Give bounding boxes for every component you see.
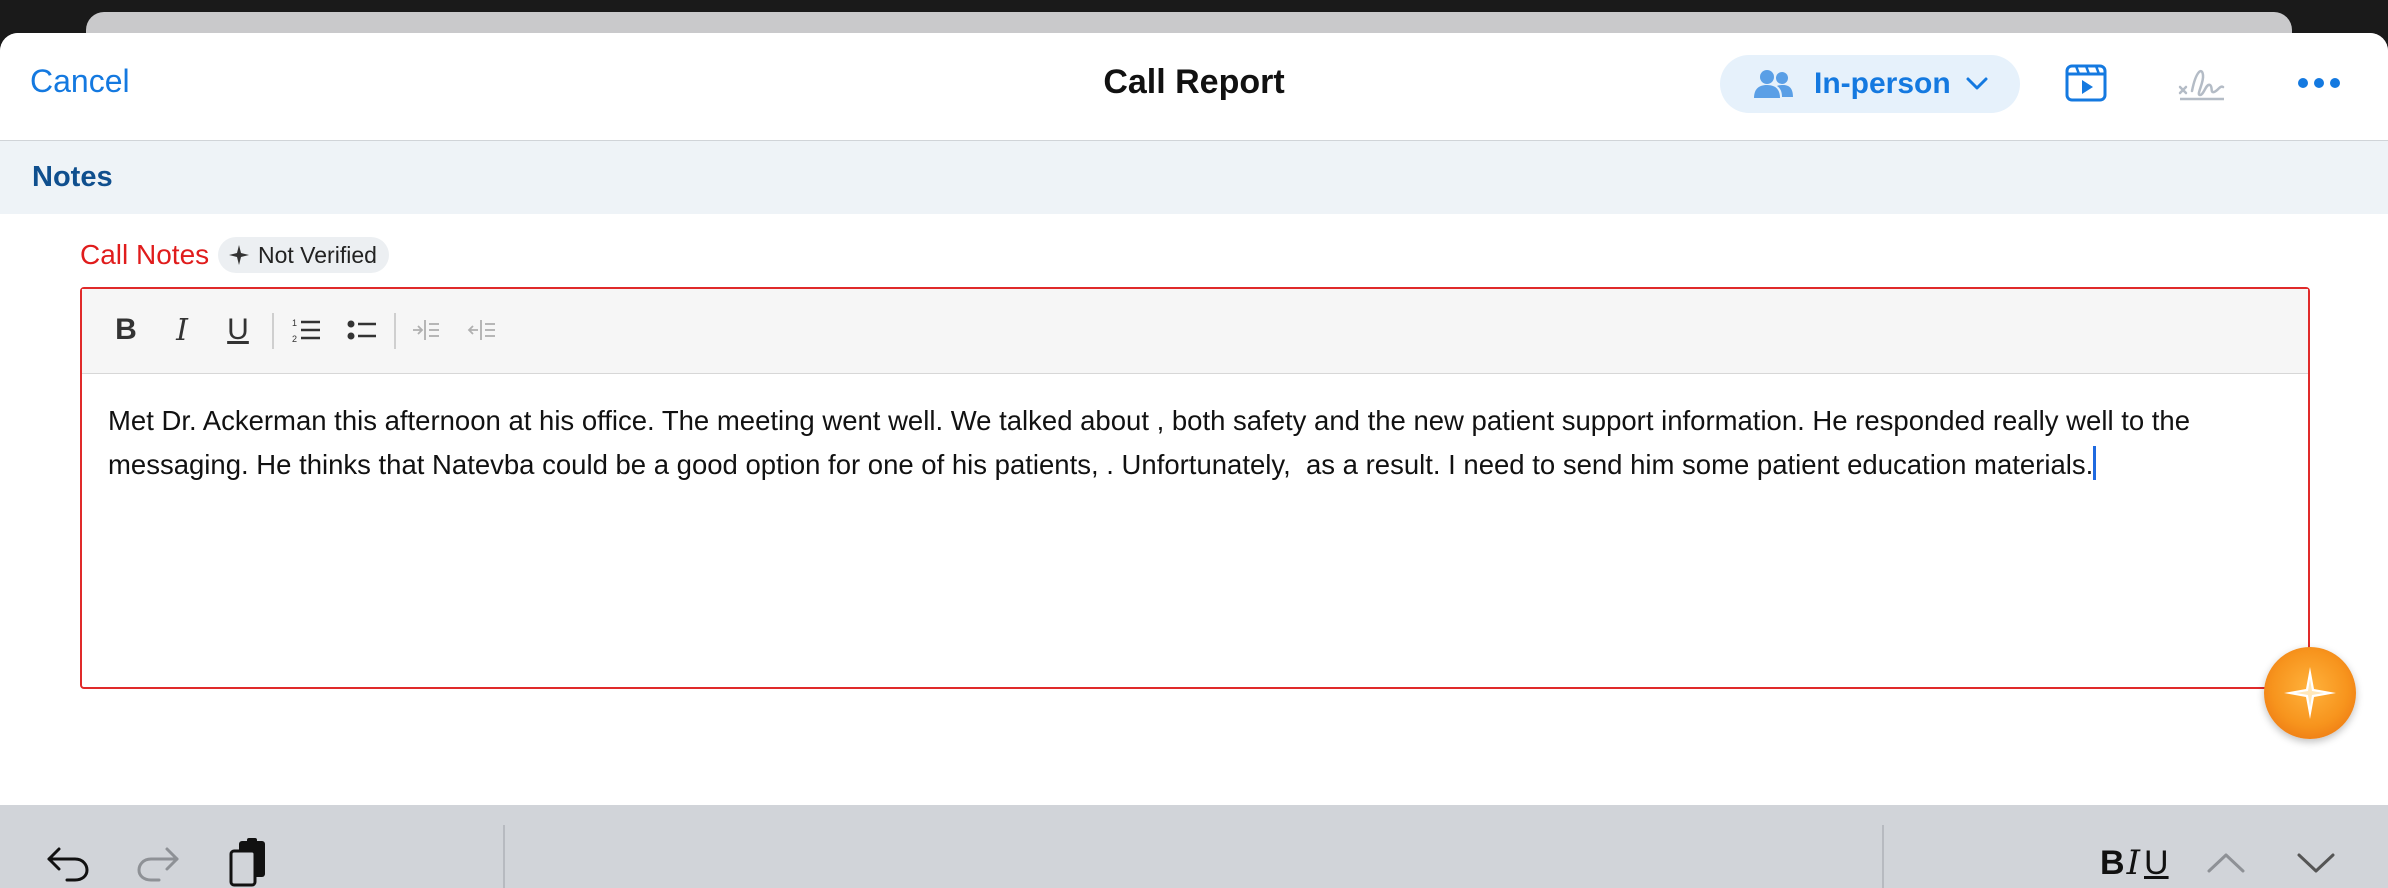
numbered-list-button[interactable]: 1 2: [286, 309, 326, 351]
text-caret: [2093, 446, 2097, 480]
sparkle-icon: [229, 245, 249, 265]
redo-button[interactable]: [132, 837, 184, 888]
people-icon: [1754, 70, 1793, 98]
next-field-button[interactable]: [2290, 837, 2342, 888]
redo-icon: [137, 847, 179, 882]
keyboard-shortcut-bar: B I U: [0, 805, 2388, 888]
indent-button[interactable]: [406, 309, 446, 351]
italic-button[interactable]: I: [162, 309, 202, 351]
outdent-icon: [467, 320, 495, 340]
paste-button[interactable]: [222, 837, 274, 888]
chevron-down-icon: [2297, 853, 2335, 873]
svg-text:2: 2: [292, 334, 297, 344]
sparkle-icon: [2284, 667, 2336, 719]
numbered-list-icon: 1 2: [292, 318, 320, 344]
verification-badge: Not Verified: [218, 237, 389, 273]
notes-section-header: Notes: [0, 141, 2388, 214]
nav-bar: Cancel Call Report In-person: [0, 33, 2388, 141]
assistant-sparkle-button[interactable]: [2264, 647, 2356, 739]
underline-button[interactable]: U: [218, 309, 258, 351]
undo-button[interactable]: [42, 837, 94, 888]
toolbar-divider: [272, 313, 274, 349]
call-type-label: In-person: [1814, 67, 1951, 100]
call-report-sheet: Cancel Call Report In-person Notes Call …: [0, 33, 2388, 888]
call-notes-editor[interactable]: B I U 1 2 Met Dr. Ackerman this afternoo…: [80, 287, 2310, 689]
media-play-icon[interactable]: [2064, 61, 2108, 105]
signature-icon[interactable]: [2176, 61, 2228, 105]
format-italic: I: [2126, 843, 2140, 883]
format-bold: B: [2100, 843, 2125, 882]
call-notes-content: Met Dr. Ackerman this afternoon at his o…: [108, 405, 2198, 480]
bar-divider: [503, 825, 505, 888]
indent-icon: [413, 320, 439, 340]
previous-field-button[interactable]: [2200, 837, 2252, 888]
call-notes-label: Call Notes: [80, 239, 210, 270]
bulleted-list-icon: [347, 320, 376, 340]
text-format-button[interactable]: B I U: [2100, 837, 2169, 888]
more-icon[interactable]: [2296, 69, 2342, 97]
bold-button[interactable]: B: [106, 309, 146, 351]
undo-icon: [47, 847, 89, 882]
outdent-button[interactable]: [462, 309, 502, 351]
chevron-up-icon: [2207, 853, 2245, 873]
bar-divider: [1882, 825, 1884, 888]
italic-icon: I: [176, 312, 188, 348]
underline-icon: U: [227, 313, 249, 346]
section-title: Notes: [32, 161, 113, 193]
verification-status: Not Verified: [258, 241, 377, 268]
svg-text:1: 1: [292, 318, 297, 328]
bulleted-list-button[interactable]: [342, 309, 382, 351]
page-title: Call Report: [1103, 63, 1285, 101]
paste-icon: [229, 838, 265, 887]
chevron-down-icon: [1966, 77, 1988, 90]
editor-toolbar: B I U 1 2: [82, 289, 2308, 374]
toolbar-divider: [394, 313, 396, 349]
format-underline: U: [2144, 843, 2169, 882]
call-notes-text[interactable]: Met Dr. Ackerman this afternoon at his o…: [108, 399, 2284, 487]
bold-icon: B: [115, 313, 137, 346]
call-type-dropdown[interactable]: In-person: [1720, 55, 2020, 113]
